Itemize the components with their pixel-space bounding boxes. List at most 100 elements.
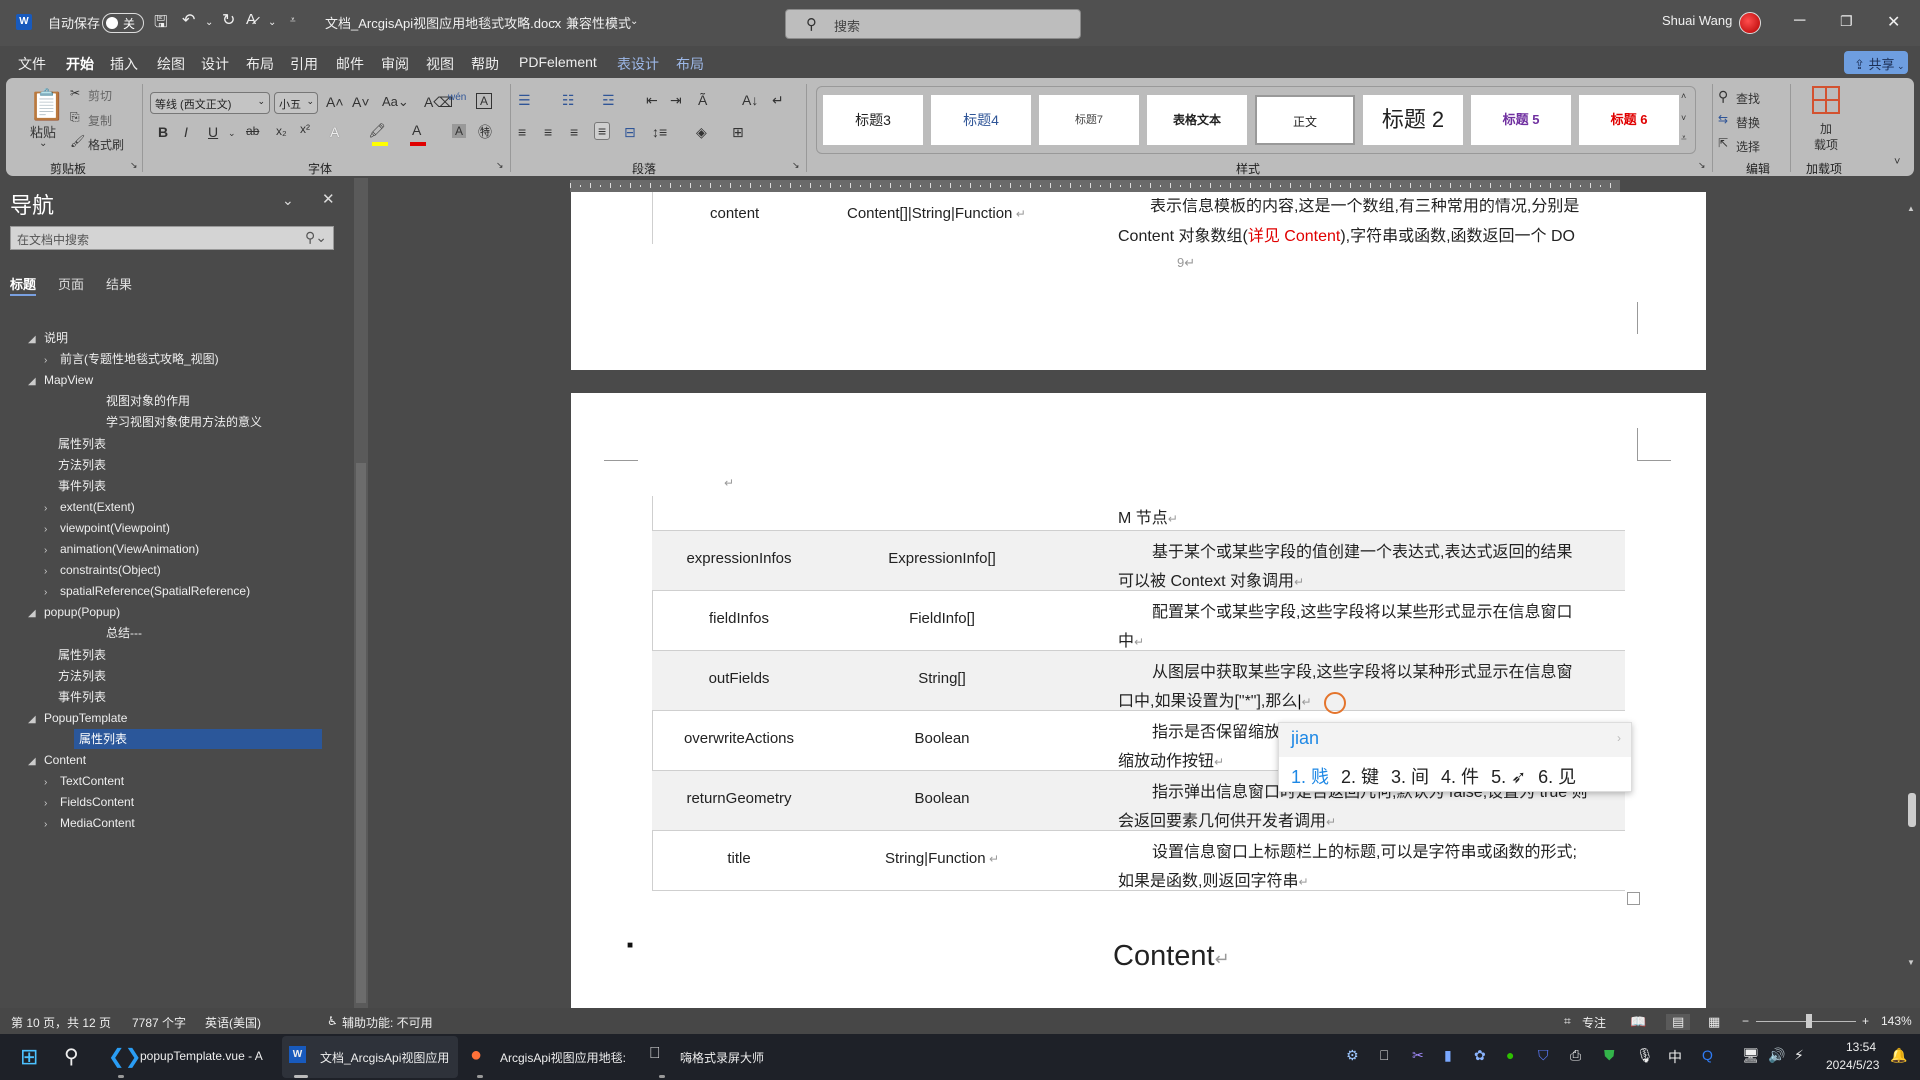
tab-table-layout[interactable]: 布局 [676, 54, 704, 74]
change-case-icon[interactable]: Aa⌄ [382, 94, 409, 110]
grow-font-icon[interactable]: A˄ [326, 94, 344, 110]
minimize-icon[interactable]: ─ [1794, 12, 1805, 30]
align-center-icon[interactable]: ≡ [544, 124, 552, 140]
nav-heading-item[interactable]: › 前言(专题性地毯式攻略_视图) [44, 349, 219, 369]
style-heading-2[interactable]: 标题 2 [1363, 95, 1463, 145]
table-resize-handle[interactable] [1627, 892, 1640, 905]
underline-icon[interactable]: U [208, 124, 218, 140]
steam-icon[interactable]: ⚙ [1346, 1047, 1359, 1064]
find-button[interactable]: 查找 [1736, 90, 1760, 107]
style-heading-5[interactable]: 标题 5 [1471, 95, 1571, 145]
print-layout-icon[interactable]: ▤ [1666, 1014, 1691, 1030]
tab-view[interactable]: 视图 [426, 54, 454, 74]
ime-indicator[interactable]: 中 [1668, 1047, 1682, 1067]
cell-description-line[interactable]: 如果是函数,则返回字符串↵ [1118, 867, 1309, 891]
cell-description-line[interactable]: Content 对象数组(详见 Content),字符串或函数,函数返回一个 D… [1118, 222, 1575, 246]
nav-tab-results[interactable]: 结果 [106, 274, 132, 293]
security-shield-icon[interactable]: ⛉ [1538, 1047, 1549, 1064]
nav-tab-pages[interactable]: 页面 [58, 274, 84, 293]
shading-icon[interactable]: ◈ [696, 124, 707, 141]
cloud-app-icon[interactable]: ✿ [1474, 1047, 1486, 1064]
nav-heading-item[interactable]: 事件列表 [58, 476, 106, 496]
cell-description-line[interactable]: 从图层中获取某些字段,这些字段将以某种形式显示在信息窗 [1152, 658, 1572, 682]
shrink-font-icon[interactable]: A˅ [352, 94, 370, 110]
ime-candidate[interactable]: 3. 间 [1391, 767, 1429, 787]
tab-design[interactable]: 设计 [201, 54, 229, 74]
character-shading-icon[interactable]: A [452, 124, 467, 138]
chinese-layout-icon[interactable]: Ã [698, 92, 707, 108]
zoom-slider-thumb[interactable] [1806, 1014, 1812, 1028]
expand-chevron-icon[interactable]: › [44, 541, 60, 561]
replace-button[interactable]: 替换 [1736, 114, 1760, 131]
underline-dropdown-icon[interactable]: ⌄ [228, 128, 236, 139]
nav-heading-item[interactable]: › MediaContent [44, 813, 135, 833]
document-scroll-thumb[interactable] [1908, 793, 1916, 827]
close-icon[interactable]: ✕ [1887, 12, 1900, 32]
share-button[interactable]: ⇪ 共享 ⌄ [1844, 51, 1908, 74]
qq-icon[interactable]: Q [1702, 1047, 1713, 1063]
cell-property-type[interactable]: String[] [792, 670, 1092, 687]
camera-icon[interactable]: ⎕ [1380, 1047, 1388, 1064]
taskbar-app-firefox[interactable]: ArcgisApi视图应用地毯: [500, 1049, 626, 1066]
cell-property-type[interactable]: ExpressionInfo[] [792, 550, 1092, 567]
enclose-characters-icon[interactable]: ㊕ [478, 122, 492, 142]
nav-scroll-thumb[interactable] [356, 463, 366, 1003]
paragraph-dialog-launcher-icon[interactable]: ↘ [792, 160, 800, 171]
horizontal-ruler[interactable] [570, 180, 1620, 192]
style-heading-7[interactable]: 标题7 [1039, 95, 1139, 145]
tab-home[interactable]: 开始 [66, 54, 94, 74]
nav-heading-item[interactable]: 视图对象的作用 [106, 391, 190, 411]
dialog-launcher-icon[interactable]: ↘ [130, 160, 138, 171]
collapse-triangle-icon[interactable]: ◢ [28, 710, 44, 730]
style-heading-4[interactable]: 标题4 [931, 95, 1031, 145]
nav-heading-item[interactable]: ◢ popup(Popup) [28, 602, 120, 622]
nav-heading-item[interactable]: 总结--- [106, 623, 142, 643]
format-painter-button[interactable]: 格式刷 [88, 136, 124, 153]
cell-property-type[interactable]: Boolean [792, 730, 1092, 747]
numbering-icon[interactable]: ☷ [562, 92, 575, 109]
character-border-icon[interactable]: A [476, 93, 493, 109]
nav-tab-headings[interactable]: 标题 [10, 274, 36, 293]
select-button[interactable]: 选择 [1736, 138, 1760, 155]
tab-help[interactable]: 帮助 [471, 54, 499, 74]
undo-dropdown-icon[interactable]: ⌄ [205, 17, 213, 28]
clock-date[interactable]: 2024/5/23 [1826, 1058, 1879, 1072]
distributed-icon[interactable]: ⊟ [624, 124, 636, 141]
expand-chevron-icon[interactable]: › [44, 773, 60, 793]
addins-button-line2[interactable]: 载项 [1814, 136, 1838, 153]
collapse-triangle-icon[interactable]: ◢ [28, 330, 44, 350]
cell-property-type[interactable]: Content[]|String|Function ↵ [847, 205, 1026, 222]
font-color-icon[interactable]: A [412, 122, 421, 138]
nav-heading-item[interactable]: 方法列表 [58, 455, 106, 475]
nav-heading-item[interactable]: 方法列表 [58, 666, 106, 686]
addins-button-line1[interactable]: 加 [1820, 120, 1832, 137]
network-icon[interactable]: 🖥 [1742, 1047, 1760, 1064]
justify-icon[interactable]: ≡ [594, 122, 611, 140]
cell-property-type[interactable]: Boolean [792, 790, 1092, 807]
style-normal[interactable]: 正文 [1255, 95, 1355, 145]
nav-scrollbar[interactable] [354, 178, 368, 1008]
scroll-up-icon[interactable]: ▲ [1907, 204, 1915, 213]
read-mode-icon[interactable]: 📖 [1630, 1014, 1646, 1030]
page-count[interactable]: 第 10 页，共 12 页 [11, 1014, 111, 1031]
word-icon[interactable]: W [289, 1046, 306, 1063]
avatar[interactable] [1739, 12, 1761, 34]
strikethrough-icon[interactable]: ab [246, 124, 259, 138]
usb-eject-icon[interactable]: ⎙ [1570, 1047, 1581, 1064]
taskbar-app-word[interactable]: 文档_ArcgisApi视图应用 [320, 1049, 449, 1066]
addins-icon[interactable] [1812, 86, 1840, 114]
clock-time[interactable]: 13:54 [1846, 1040, 1876, 1054]
nav-heading-item[interactable]: › extent(Extent) [44, 497, 135, 517]
expand-chevron-icon[interactable]: › [44, 520, 60, 540]
customize-qat-icon[interactable]: ⩡ [290, 15, 296, 26]
cell-description-line[interactable]: 中↵ [1118, 627, 1144, 651]
compat-mode[interactable]: 兼容性模式 [566, 13, 631, 32]
tab-insert[interactable]: 插入 [110, 54, 138, 74]
collapse-triangle-icon[interactable]: ◢ [28, 752, 44, 772]
ime-candidate[interactable]: 4. 件 [1441, 767, 1479, 787]
show-marks-icon[interactable]: ↵ [772, 92, 784, 109]
paste-dropdown-icon[interactable]: ⌄ [39, 138, 47, 149]
cell-property-type[interactable]: String|Function ↵ [792, 850, 1092, 867]
cell-description-line[interactable]: 口中,如果设置为["*"],那么|↵ [1118, 687, 1312, 711]
zoom-level[interactable]: 143% [1881, 1014, 1912, 1028]
